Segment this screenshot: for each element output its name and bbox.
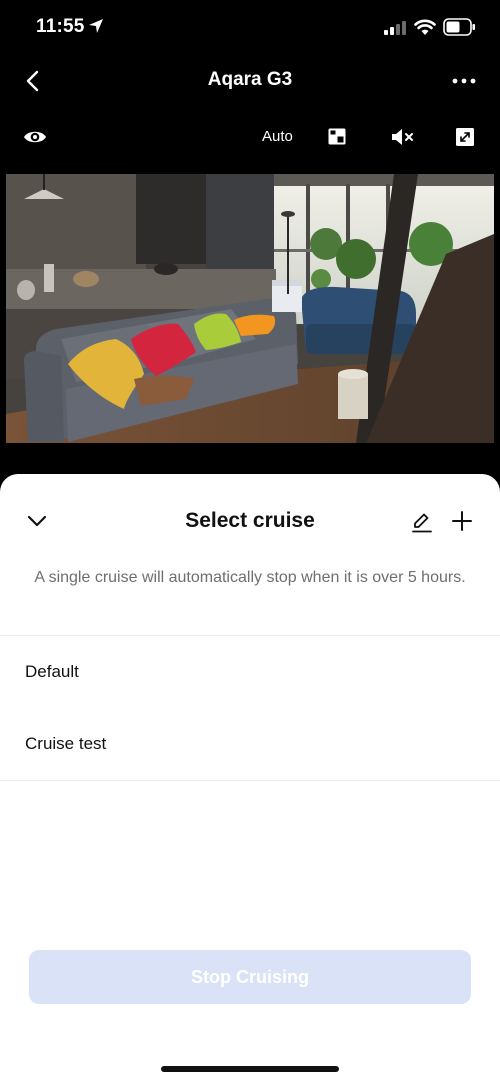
cruise-item-default[interactable]: Default [0,636,500,708]
battery-icon [443,18,475,36]
status-bar: 11:55 [0,0,500,56]
plus-icon[interactable] [451,510,473,532]
select-cruise-sheet: Select cruise A single cruise will autom… [0,474,500,1082]
wifi-icon [414,19,436,35]
living-room-scene [6,174,494,443]
cruise-item-label: Default [25,662,79,681]
fullscreen-icon[interactable] [456,128,474,146]
split-view-icon[interactable] [328,128,346,145]
stop-cruising-button[interactable]: Stop Cruising [29,950,471,1004]
cruise-item-cruise-test[interactable]: Cruise test [0,708,500,780]
home-indicator[interactable] [161,1066,339,1072]
edit-pencil-icon[interactable] [410,510,434,534]
page-title: Aqara G3 [207,69,293,90]
camera-live-feed[interactable] [6,174,494,443]
status-time: 11:55 [36,16,85,37]
cruise-item-label: Cruise test [25,734,107,753]
divider [0,780,500,781]
camera-toolbar: Auto [0,118,500,158]
cellular-signal-icon [384,21,406,35]
cruise-time-limit-note: A single cruise will automatically stop … [34,569,466,586]
eye-icon[interactable] [22,126,48,148]
mute-speaker-icon[interactable] [391,127,415,147]
location-arrow-icon [89,19,103,33]
resolution-mode-button[interactable]: Auto [262,128,293,145]
more-options-icon[interactable] [450,70,478,92]
nav-bar: Aqara G3 [0,58,500,104]
